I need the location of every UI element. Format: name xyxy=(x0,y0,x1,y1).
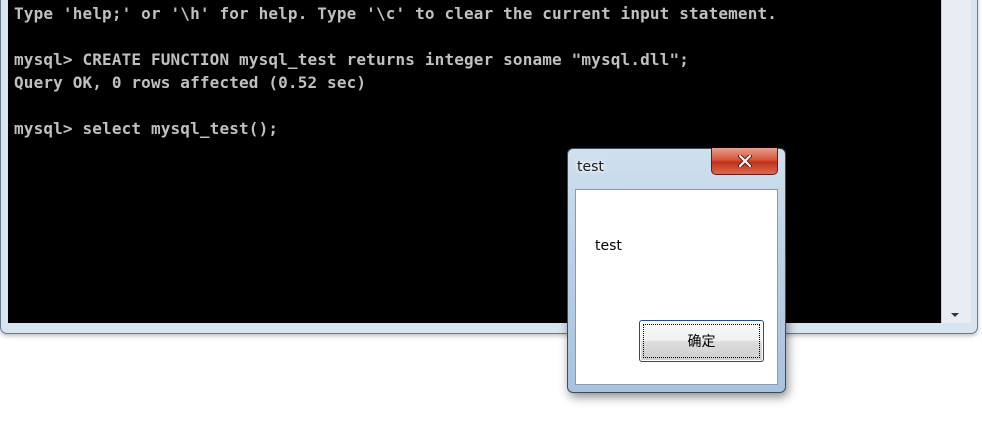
console-line: Type 'help;' or '\h' for help. Type '\c'… xyxy=(14,4,778,23)
console-output[interactable]: Type 'help;' or '\h' for help. Type '\c'… xyxy=(8,0,941,323)
dialog-titlebar[interactable]: test xyxy=(568,148,785,187)
dialog-content: test 确定 xyxy=(575,189,778,385)
ok-button-focus-rect: 确定 xyxy=(643,324,760,358)
mysql-console-window: Type 'help;' or '\h' for help. Type '\c'… xyxy=(0,0,978,334)
ok-button[interactable]: 确定 xyxy=(639,320,764,362)
console-line: mysql> CREATE FUNCTION mysql_test return… xyxy=(14,50,690,69)
ok-button-label: 确定 xyxy=(687,334,716,350)
message-box-dialog: test test 确定 xyxy=(567,148,786,393)
desktop: Type 'help;' or '\h' for help. Type '\c'… xyxy=(0,0,982,438)
scroll-down-arrow-icon[interactable] xyxy=(951,313,959,317)
close-button[interactable] xyxy=(711,148,778,175)
dialog-message: test xyxy=(595,238,622,254)
console-line: Query OK, 0 rows affected (0.52 sec) xyxy=(14,73,367,92)
console-line: mysql> select mysql_test(); xyxy=(14,119,279,138)
close-icon xyxy=(737,155,752,167)
dialog-title: test xyxy=(577,159,604,175)
console-scrollbar[interactable] xyxy=(941,0,971,323)
console-lines: Type 'help;' or '\h' for help. Type '\c'… xyxy=(14,2,777,140)
